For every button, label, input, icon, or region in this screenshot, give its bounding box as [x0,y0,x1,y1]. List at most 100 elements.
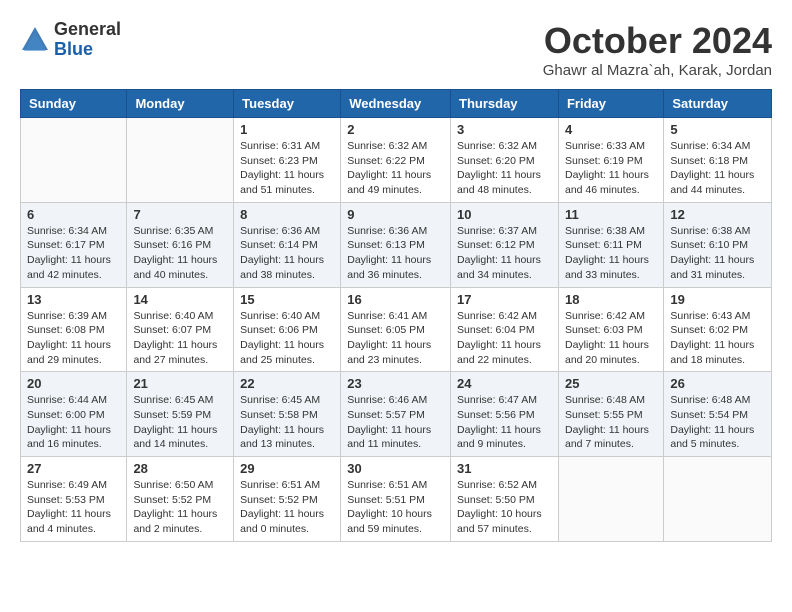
weekday-header: Friday [558,90,663,118]
day-number: 31 [457,461,552,476]
daylight: Daylight: 11 hours and 49 minutes. [347,169,431,196]
calendar-cell: 22Sunrise: 6:45 AMSunset: 5:58 PMDayligh… [234,372,341,457]
calendar-cell: 10 Sunrise: 6:37 AMSunset: 6:12 PMDayligh… [451,202,559,287]
calendar-cell: 9Sunrise: 6:36 AMSunset: 6:13 PMDaylight… [341,202,451,287]
calendar-cell: 20Sunrise: 6:44 AMSunset: 6:00 PMDayligh… [21,372,127,457]
day-info: Sunrise: 6:51 AMSunset: 5:52 PMDaylight:… [240,478,334,537]
sunset: Sunset: 5:55 PM [565,409,643,421]
sunset: Sunset: 6:03 PM [565,324,643,336]
sunset: Sunset: 6:23 PM [240,155,318,167]
sunset: Sunset: 5:52 PM [240,494,318,506]
day-info: Sunrise: 6:37 AMSunset: 6:12 PMDaylight:… [457,224,552,283]
calendar-cell: 25Sunrise: 6:48 AMSunset: 5:55 PMDayligh… [558,372,663,457]
sunrise: Sunrise: 6:35 AM [133,225,213,237]
sunset: Sunset: 5:59 PM [133,409,211,421]
sunrise: Sunrise: 6:34 AM [670,140,750,152]
daylight: Daylight: 11 hours and 18 minutes. [670,339,754,366]
sunset: Sunset: 6:11 PM [565,239,642,251]
day-number: 4 [565,122,657,137]
day-info: Sunrise: 6:38 AMSunset: 6:11 PMDaylight:… [565,224,657,283]
location: Ghawr al Mazra`ah, Karak, Jordan [543,62,772,79]
calendar-cell: 29Sunrise: 6:51 AMSunset: 5:52 PMDayligh… [234,457,341,542]
day-number: 10 [457,207,552,222]
daylight: Daylight: 11 hours and 25 minutes. [240,339,324,366]
sunset: Sunset: 5:50 PM [457,494,535,506]
day-info: Sunrise: 6:39 AMSunset: 6:08 PMDaylight:… [27,309,120,368]
sunset: Sunset: 6:00 PM [27,409,105,421]
day-info: Sunrise: 6:31 AMSunset: 6:23 PMDaylight:… [240,139,334,198]
day-number: 15 [240,292,334,307]
day-number: 26 [670,376,765,391]
sunrise: Sunrise: 6:40 AM [133,310,213,322]
day-number: 22 [240,376,334,391]
daylight: Daylight: 11 hours and 0 minutes. [240,508,324,535]
sunset: Sunset: 5:52 PM [133,494,211,506]
sunset: Sunset: 6:19 PM [565,155,643,167]
day-info: Sunrise: 6:36 AMSunset: 6:14 PMDaylight:… [240,224,334,283]
day-number: 1 [240,122,334,137]
daylight: Daylight: 11 hours and 36 minutes. [347,254,431,281]
title-area: October 2024 Ghawr al Mazra`ah, Karak, J… [543,20,772,79]
sunset: Sunset: 6:12 PM [457,239,535,251]
day-number: 6 [27,207,120,222]
calendar-cell: 30Sunrise: 6:51 AMSunset: 5:51 PMDayligh… [341,457,451,542]
calendar-cell: 27Sunrise: 6:49 AMSunset: 5:53 PMDayligh… [21,457,127,542]
day-info: Sunrise: 6:32 AMSunset: 6:20 PMDaylight:… [457,139,552,198]
daylight: Daylight: 11 hours and 44 minutes. [670,169,754,196]
day-number: 7 [133,207,227,222]
sunrise: Sunrise: 6:38 AM [670,225,750,237]
day-info: Sunrise: 6:33 AMSunset: 6:19 PMDaylight:… [565,139,657,198]
sunrise: Sunrise: 6:43 AM [670,310,750,322]
day-number: 14 [133,292,227,307]
sunset: Sunset: 5:51 PM [347,494,425,506]
sunrise: Sunrise: 6:41 AM [347,310,427,322]
sunrise: Sunrise: 6:42 AM [457,310,537,322]
day-info: Sunrise: 6:42 AM Sunset: 6:04 PM Daylight:… [457,309,552,368]
day-info: Sunrise: 6:44 AMSunset: 6:00 PMDaylight:… [27,393,120,452]
sunset: Sunset: 6:06 PM [240,324,318,336]
calendar-week-row: 20Sunrise: 6:44 AMSunset: 6:00 PMDayligh… [21,372,772,457]
day-info: Sunrise: 6:32 AMSunset: 6:22 PMDaylight:… [347,139,444,198]
sunrise: Sunrise: 6:46 AM [347,394,427,406]
sunrise: Sunrise: 6:48 AM [565,394,645,406]
sunset: Sunset: 6:04 PM [457,324,535,336]
daylight: Daylight: 11 hours and 51 minutes. [240,169,324,196]
calendar-cell: 7Sunrise: 6:35 AMSunset: 6:16 PMDaylight… [127,202,234,287]
day-info: Sunrise: 6:34 AMSunset: 6:17 PMDaylight:… [27,224,120,283]
daylight: Daylight: 10 hours and 59 minutes. [347,508,432,535]
calendar-cell: 15 Sunrise: 6:40 AMSunset: 6:06 PMDayligh… [234,287,341,372]
sunset: Sunset: 6:08 PM [27,324,105,336]
calendar-cell: 8Sunrise: 6:36 AMSunset: 6:14 PMDaylight… [234,202,341,287]
sunrise: Sunrise: 6:36 AM [347,225,427,237]
logo: General Blue [20,20,121,60]
day-info: Sunrise: 6:43 AMSunset: 6:02 PMDaylight:… [670,309,765,368]
calendar-cell: 1 Sunrise: 6:31 AMSunset: 6:23 PMDaylight… [234,118,341,203]
calendar-week-row: 1 Sunrise: 6:31 AMSunset: 6:23 PMDaylight… [21,118,772,203]
day-info: Sunrise: 6:49 AMSunset: 5:53 PMDaylight:… [27,478,120,537]
calendar-cell: 17Sunrise: 6:42 AMSunset: 6:04 PMDayligh… [451,287,559,372]
sunrise: Sunrise: 6:42 AM [565,310,645,322]
sunset: Sunset: 6:05 PM [347,324,425,336]
sunset: Sunset: 6:22 PM [347,155,425,167]
calendar-week-row: 13 Sunrise: 6:39 AMSunset: 6:08 PMDayligh… [21,287,772,372]
daylight: Daylight: 11 hours and 13 minutes. [240,424,324,451]
calendar-cell: 14Sunrise: 6:40 AMSunset: 6:07 PMDayligh… [127,287,234,372]
day-info: Sunrise: 6:48 AMSunset: 5:55 PMDaylight:… [565,393,657,452]
daylight: Daylight: 11 hours and 20 minutes. [565,339,649,366]
sunset: Sunset: 5:56 PM [457,409,535,421]
sunrise: Sunrise: 6:48 AM [670,394,750,406]
sunrise: Sunrise: 6:44 AM [27,394,107,406]
daylight: Daylight: 11 hours and 22 minutes. [457,339,541,366]
day-number: 21 [133,376,227,391]
sunset: Sunset: 5:54 PM [670,409,748,421]
day-number: 28 [133,461,227,476]
day-number: 16 [347,292,444,307]
sunrise: Sunrise: 6:45 AM [133,394,213,406]
weekday-header: Thursday [451,90,559,118]
daylight: Daylight: 11 hours and 2 minutes. [133,508,217,535]
calendar-cell: 28Sunrise: 6:50 AMSunset: 5:52 PMDayligh… [127,457,234,542]
day-number: 13 [27,292,120,307]
calendar-week-row: 6 Sunrise: 6:34 AMSunset: 6:17 PMDaylight… [21,202,772,287]
day-info: Sunrise: 6:40 AMSunset: 6:06 PMDaylight:… [240,309,334,368]
daylight: Daylight: 11 hours and 48 minutes. [457,169,541,196]
